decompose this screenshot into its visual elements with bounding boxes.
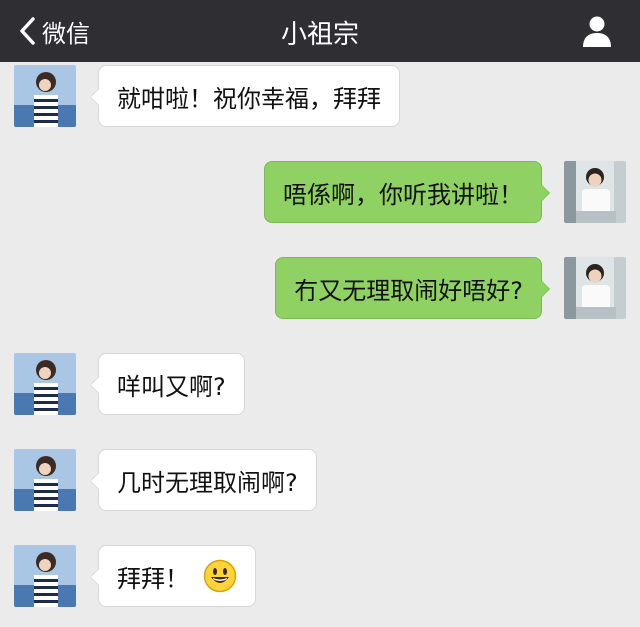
message-bubble[interactable]: 几时无理取闹啊? (90, 449, 317, 511)
contact-avatar[interactable] (14, 353, 76, 415)
message-bubble[interactable]: 冇又无理取闹好唔好? (275, 257, 550, 319)
nav-bar: 微信 小祖宗 (0, 0, 640, 62)
contact-avatar[interactable] (14, 545, 76, 607)
chat-title: 小祖宗 (280, 20, 359, 50)
message-bubble[interactable]: 拜拜！ (90, 545, 256, 607)
message-list[interactable]: 就咁啦！祝你幸福，拜拜 唔係啊，你听我讲啦！ 冇又无理取闹好唔好? 咩叫又啊? … (0, 62, 640, 627)
contact-avatar[interactable] (14, 449, 76, 511)
message-row: 冇又无理取闹好唔好? (0, 254, 640, 319)
message-row: 唔係啊，你听我讲啦！ (0, 158, 640, 223)
message-row: 咩叫又啊? (0, 350, 640, 415)
message-bubble[interactable]: 唔係啊，你听我讲啦！ (264, 161, 550, 223)
message-row: 拜拜！ (0, 542, 640, 607)
my-avatar[interactable] (564, 161, 626, 223)
message-bubble[interactable]: 就咁啦！祝你幸福，拜拜 (90, 65, 400, 127)
message-row: 几时无理取闹啊? (0, 446, 640, 511)
message-bubble[interactable]: 咩叫又啊? (90, 353, 245, 415)
my-avatar[interactable] (564, 257, 626, 319)
message-text: 拜拜！ (117, 564, 189, 593)
smiley-emoji-icon (203, 559, 237, 593)
message-row: 就咁啦！祝你幸福，拜拜 (0, 62, 640, 127)
person-icon (580, 16, 614, 52)
contact-avatar[interactable] (14, 65, 76, 127)
chat-info-button[interactable] (580, 14, 614, 48)
